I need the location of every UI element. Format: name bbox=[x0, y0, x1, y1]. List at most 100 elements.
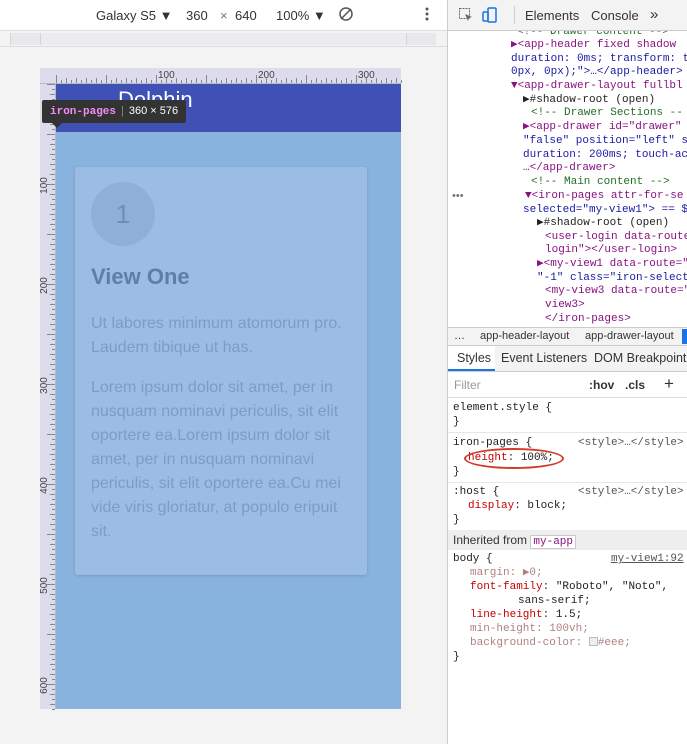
media-segment[interactable] bbox=[40, 33, 406, 45]
ruler-tick bbox=[246, 78, 247, 83]
ruler-tick bbox=[52, 549, 55, 550]
more-tabs-icon[interactable]: » bbox=[650, 6, 658, 23]
dom-node-line[interactable]: "false" position="left" s bbox=[523, 135, 687, 149]
element-style-selector[interactable]: element.style { bbox=[453, 401, 552, 415]
prop-value: "Roboto", "Noto", bbox=[555, 581, 669, 593]
tab-console[interactable]: Console bbox=[591, 8, 639, 23]
color-swatch[interactable] bbox=[588, 637, 598, 646]
dom-node-line[interactable]: "-1" class="iron-select bbox=[537, 272, 687, 286]
media-segment[interactable] bbox=[406, 33, 436, 45]
tab-styles[interactable]: Styles bbox=[457, 351, 491, 365]
media-segment[interactable] bbox=[10, 33, 40, 45]
ruler-tick bbox=[50, 474, 55, 475]
ruler-tick bbox=[201, 80, 202, 83]
ruler-label: 400 bbox=[38, 477, 50, 494]
dom-node-line[interactable]: ▶<app-drawer id="drawer" bbox=[523, 121, 681, 135]
margin-decl[interactable]: margin: ▶0; bbox=[470, 566, 543, 580]
dom-node-line[interactable]: <my-view3 data-route=" bbox=[545, 285, 687, 299]
hov-toggle[interactable]: :hov bbox=[589, 378, 614, 392]
ruler-tick bbox=[52, 179, 55, 180]
row-ellipsis[interactable]: ••• bbox=[452, 190, 464, 202]
cls-toggle[interactable]: .cls bbox=[625, 378, 645, 392]
ruler-tick bbox=[47, 234, 55, 235]
breadcrumb-item[interactable]: app-header-layout bbox=[480, 328, 569, 345]
tab-event-listeners[interactable]: Event Listeners bbox=[501, 351, 587, 365]
ruler-tick bbox=[341, 80, 342, 83]
paragraph-1: Ut labores minimum atomorum pro. Laudem … bbox=[91, 315, 342, 356]
ruler-tick bbox=[50, 214, 55, 215]
dom-node-line[interactable]: <!-- Drawer Sections -- bbox=[531, 107, 683, 121]
filter-input[interactable]: Filter bbox=[454, 378, 481, 392]
dom-node-line[interactable]: ▼<app-drawer-layout fullbl bbox=[511, 80, 683, 94]
zoom-value: 100% bbox=[276, 8, 310, 23]
dom-node-line[interactable]: ▼<iron-pages attr-for-se bbox=[525, 190, 683, 204]
ruler-label: 200 bbox=[38, 277, 50, 294]
dom-node-line[interactable]: …</app-drawer> bbox=[523, 162, 615, 176]
zoom-select[interactable]: 100% ▼ bbox=[276, 8, 326, 23]
ruler-tick bbox=[47, 534, 55, 535]
inspect-icon[interactable] bbox=[458, 7, 474, 26]
dom-node-line[interactable]: ▶#shadow-root (open) bbox=[523, 94, 655, 108]
body-selector[interactable]: body { bbox=[453, 552, 493, 566]
device-select[interactable]: Galaxy S5 ▼ bbox=[96, 8, 172, 23]
dom-node-line[interactable]: selected="my-view1"> == $ bbox=[523, 204, 687, 218]
ruler-tick bbox=[52, 609, 55, 610]
line-height-decl[interactable]: line-height: 1.5; bbox=[470, 608, 582, 622]
ruler-tick bbox=[50, 674, 55, 675]
ruler-tick bbox=[52, 259, 55, 260]
dom-node-line[interactable]: <!-- Main content --> bbox=[531, 176, 670, 190]
dom-node-line[interactable]: duration: 0ms; transform: t bbox=[511, 53, 687, 67]
dom-node-line[interactable]: <user-login data-route bbox=[545, 231, 687, 245]
breadcrumb-more[interactable]: … bbox=[454, 328, 465, 345]
device-mode-icon[interactable] bbox=[482, 6, 498, 27]
ruler-tick bbox=[50, 364, 55, 365]
host-source[interactable]: <style>…</style> bbox=[578, 485, 684, 499]
rotate-icon[interactable] bbox=[338, 6, 354, 25]
breadcrumb-item[interactable]: app-drawer-layout bbox=[585, 328, 674, 345]
body-source-link[interactable]: my-view1:92 bbox=[611, 552, 684, 566]
more-options-icon[interactable] bbox=[424, 6, 430, 25]
ruler-tick bbox=[351, 80, 352, 83]
ruler-tick bbox=[52, 629, 55, 630]
ruler-tick bbox=[47, 634, 55, 635]
new-rule-button[interactable]: + bbox=[664, 374, 674, 394]
ruler-tick bbox=[52, 659, 55, 660]
prop-name: display bbox=[468, 500, 515, 512]
ruler-tick bbox=[47, 134, 55, 135]
ruler-tick bbox=[50, 254, 55, 255]
dom-node-line[interactable]: </iron-pages> bbox=[545, 313, 631, 327]
ruler-tick bbox=[50, 94, 55, 95]
height-input[interactable]: 640 bbox=[235, 8, 257, 23]
background-color-decl[interactable]: background-color: #eee; bbox=[470, 636, 631, 650]
dom-node-line[interactable]: 0px, 0px);">…</app-header> bbox=[511, 66, 683, 80]
ruler-tick bbox=[52, 599, 55, 600]
inherited-from-link[interactable]: my-app bbox=[530, 535, 576, 549]
ruler-tick bbox=[50, 224, 55, 225]
ruler-left: 100 200 300 400 500 600 bbox=[38, 68, 56, 710]
ruler-tick bbox=[356, 75, 357, 83]
dom-node-line[interactable]: view3> bbox=[545, 299, 585, 313]
ruler-tick bbox=[52, 539, 55, 540]
ruler-tick bbox=[50, 344, 55, 345]
dom-node-line[interactable]: ▶#shadow-root (open) bbox=[537, 217, 669, 231]
prop-name: margin bbox=[470, 567, 510, 579]
ruler-tick bbox=[391, 80, 392, 83]
ruler-tick bbox=[52, 209, 55, 210]
host-display-decl[interactable]: display: block; bbox=[468, 499, 567, 513]
tab-elements[interactable]: Elements bbox=[525, 8, 579, 23]
view-title: View One bbox=[91, 264, 190, 289]
iron-pages-source[interactable]: <style>…</style> bbox=[578, 436, 684, 450]
dom-node-line[interactable]: ▶<app-header fixed shadow bbox=[511, 39, 676, 53]
dom-node-line[interactable]: login"></user-login> bbox=[545, 244, 677, 258]
font-family-cont: sans-serif; bbox=[518, 595, 591, 607]
font-family-decl[interactable]: font-family: "Roboto", "Noto", bbox=[470, 580, 668, 594]
dom-node-line[interactable]: duration: 200ms; touch-ac bbox=[523, 149, 687, 163]
tab-dom-breakpoints[interactable]: DOM Breakpoints bbox=[594, 351, 687, 365]
breadcrumb-selected-marker[interactable] bbox=[682, 329, 687, 344]
min-height-decl[interactable]: min-height: 100vh; bbox=[470, 622, 589, 636]
width-input[interactable]: 360 bbox=[186, 8, 208, 23]
ruler-label: 100 bbox=[38, 177, 50, 194]
host-selector[interactable]: :host { bbox=[453, 485, 499, 499]
ruler-tick bbox=[50, 624, 55, 625]
dom-node-line[interactable]: ▶<my-view1 data-route=" bbox=[537, 258, 687, 272]
